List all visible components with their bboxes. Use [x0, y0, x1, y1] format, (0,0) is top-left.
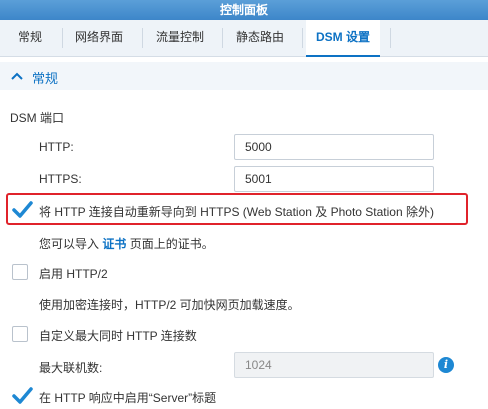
redirect-checkbox[interactable] — [12, 201, 33, 218]
tab-divider — [62, 28, 63, 48]
https-port-input[interactable]: 5001 — [234, 166, 434, 192]
tab-general[interactable]: 常规 — [8, 20, 52, 56]
redirect-label: 将 HTTP 连接自动重新导向到 HTTPS (Web Station 及 Ph… — [39, 205, 434, 219]
http2-note: 使用加密连接时，HTTP/2 可加快网页加载速度。 — [39, 298, 300, 312]
max-connections-label: 自定义最大同时 HTTP 连接数 — [39, 329, 197, 343]
checkmark-icon — [12, 387, 33, 404]
tab-static-route[interactable]: 静态路由 — [226, 20, 294, 56]
tab-divider — [142, 28, 143, 48]
certificate-link[interactable]: 证书 — [102, 237, 126, 251]
https-port-label: HTTPS: — [39, 172, 82, 186]
tab-bar: 常规 网络界面 流量控制 静态路由 DSM 设置 — [0, 20, 488, 57]
tab-network-interface[interactable]: 网络界面 — [65, 20, 133, 56]
tab-dsm-settings[interactable]: DSM 设置 — [306, 20, 381, 57]
tab-divider — [390, 28, 391, 48]
chevron-up-icon — [11, 72, 23, 80]
dsm-port-heading: DSM 端口 — [10, 111, 65, 125]
http2-label: 启用 HTTP/2 — [39, 267, 108, 281]
tab-traffic-control[interactable]: 流量控制 — [146, 20, 214, 56]
tab-divider — [222, 28, 223, 48]
server-header-label: 在 HTTP 响应中启用“Server”标题 — [39, 391, 217, 405]
section-header-general[interactable]: 常规 — [0, 62, 488, 90]
tab-divider — [302, 28, 303, 48]
max-connections-checkbox[interactable] — [12, 326, 28, 342]
cert-note: 您可以导入 证书 页面上的证书。 — [39, 235, 214, 252]
cert-note-suffix: 页面上的证书。 — [129, 237, 214, 251]
http-port-input[interactable]: 5000 — [234, 134, 434, 160]
http-port-label: HTTP: — [39, 140, 74, 154]
http2-checkbox[interactable] — [12, 264, 28, 280]
window-title: 控制面板 — [0, 0, 488, 20]
max-connections-input[interactable]: 1024 — [234, 352, 434, 378]
section-title: 常规 — [32, 71, 59, 86]
max-connections-field-label: 最大联机数: — [39, 361, 103, 375]
info-icon[interactable]: i — [438, 357, 454, 373]
server-header-checkbox[interactable] — [12, 387, 33, 404]
cert-note-prefix: 您可以导入 — [39, 237, 100, 251]
checkmark-icon — [12, 201, 33, 218]
